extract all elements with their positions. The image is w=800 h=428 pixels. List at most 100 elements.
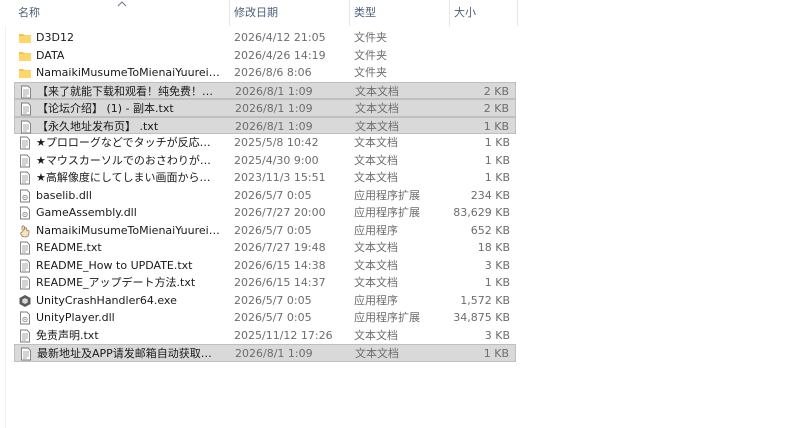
file-date: 2025/4/30 9:00 bbox=[234, 153, 319, 167]
file-row[interactable]: UnityPlayer.dll 2026/5/7 0:05 应用程序扩展 34,875… bbox=[14, 309, 516, 327]
file-size: 1 KB bbox=[484, 136, 510, 149]
column-date-label: 修改日期 bbox=[234, 6, 278, 19]
file-date: 2026/4/26 14:19 bbox=[234, 48, 326, 62]
file-date: 2025/11/12 17:26 bbox=[234, 328, 333, 342]
file-date: 2026/5/7 0:05 bbox=[234, 223, 312, 237]
file-name: DATA bbox=[36, 48, 65, 62]
column-type[interactable]: 类型 bbox=[350, 0, 450, 26]
file-size: 3 KB bbox=[484, 258, 510, 272]
file-row[interactable]: D3D12 2026/4/12 21:05 文件夹 bbox=[14, 29, 516, 47]
file-row[interactable]: 最新地址及APP请发邮箱自动获取！！！... 2026/8/1 1:09 文本文档 1… bbox=[14, 344, 516, 362]
column-size[interactable]: 大小 bbox=[450, 0, 518, 26]
file-date: 2026/7/27 20:00 bbox=[234, 206, 326, 219]
file-type: 文本文档 bbox=[355, 84, 399, 98]
file-size: 34,875 KB bbox=[453, 311, 510, 324]
file-size: 1 KB bbox=[483, 119, 509, 133]
file-name: 【永久地址发布页】 .txt bbox=[37, 119, 159, 133]
file-row[interactable]: GameAssembly.dll 2026/7/27 20:00 应用程序扩展 83,… bbox=[14, 204, 516, 222]
text-file-icon bbox=[18, 136, 32, 150]
file-size: 234 KB bbox=[470, 188, 510, 202]
folder-icon bbox=[18, 31, 32, 45]
file-row[interactable]: DATA 2026/4/26 14:19 文件夹 bbox=[14, 47, 516, 65]
file-row[interactable]: NamaikiMusumeToMienaiYuurei.exe 2026/5/7 … bbox=[14, 222, 516, 240]
file-name: UnityPlayer.dll bbox=[36, 311, 115, 324]
file-row[interactable]: baselib.dll 2026/5/7 0:05 应用程序扩展 234 KB bbox=[14, 187, 516, 205]
file-type: 文本文档 bbox=[354, 328, 398, 342]
file-row[interactable]: ★高解像度にしてしまい画面からはみ出... 2023/11/3 15:51 文本文档… bbox=[14, 169, 516, 187]
file-size: 3 KB bbox=[484, 328, 510, 342]
text-file-icon bbox=[19, 85, 33, 99]
text-file-icon bbox=[18, 329, 32, 343]
file-row[interactable]: README_アップデート方法.txt 2026/6/15 14:37 文本文档 1 … bbox=[14, 274, 516, 292]
file-row[interactable]: README_How to UPDATE.txt 2026/6/15 14:38 文… bbox=[14, 257, 516, 275]
text-file-icon bbox=[19, 102, 33, 116]
file-name: UnityCrashHandler64.exe bbox=[36, 293, 177, 307]
file-type: 文本文档 bbox=[355, 102, 399, 115]
file-type: 文本文档 bbox=[354, 258, 398, 272]
file-date: 2025/5/8 10:42 bbox=[234, 136, 319, 149]
file-date: 2026/5/7 0:05 bbox=[234, 311, 312, 324]
file-date: 2026/8/6 8:06 bbox=[234, 66, 312, 79]
file-row[interactable]: README.txt 2026/7/27 19:48 文本文档 18 KB bbox=[14, 239, 516, 257]
file-type: 文本文档 bbox=[354, 241, 398, 254]
file-type: 文件夹 bbox=[354, 31, 387, 44]
file-type: 应用程序 bbox=[354, 293, 398, 307]
file-type: 文件夹 bbox=[354, 48, 387, 62]
file-type: 应用程序扩展 bbox=[354, 206, 420, 219]
file-size: 652 KB bbox=[470, 223, 510, 237]
file-date: 2026/5/7 0:05 bbox=[234, 293, 312, 307]
file-name: README_How to UPDATE.txt bbox=[36, 258, 193, 272]
folder-icon bbox=[18, 49, 32, 63]
text-file-icon bbox=[18, 171, 32, 185]
dll-file-icon bbox=[18, 311, 32, 325]
file-row[interactable]: UnityCrashHandler64.exe 2026/5/7 0:05 应用程序… bbox=[14, 292, 516, 310]
file-date: 2026/4/12 21:05 bbox=[234, 31, 326, 44]
file-size: 1 KB bbox=[484, 153, 510, 167]
file-name: 最新地址及APP请发邮箱自动获取！！！... bbox=[37, 347, 221, 360]
file-row[interactable]: 【论坛介绍】 (1) - 副本.txt 2026/8/1 1:09 文本文档 2 KB bbox=[14, 99, 516, 117]
file-date: 2026/6/15 14:37 bbox=[234, 276, 326, 289]
file-name: D3D12 bbox=[36, 31, 74, 44]
file-row[interactable]: 【来了就能下载和观看！纯免费！】- 副... 2026/8/1 1:09 文本文档 2… bbox=[14, 81, 516, 99]
file-size: 2 KB bbox=[483, 102, 509, 115]
file-name: 【论坛介绍】 (1) - 副本.txt bbox=[37, 102, 174, 115]
file-size: 18 KB bbox=[477, 241, 510, 254]
file-type: 应用程序扩展 bbox=[354, 311, 420, 324]
column-date[interactable]: 修改日期 bbox=[230, 0, 350, 26]
file-row[interactable]: NamaikiMusumeToMienaiYuurei_Data 2026/8/6… bbox=[14, 64, 516, 82]
file-date: 2026/8/1 1:09 bbox=[235, 119, 313, 133]
file-row[interactable]: ★プロローグなどでタッチが反応しない... 2025/5/8 10:42 文本文档 1… bbox=[14, 134, 516, 152]
file-list: D3D12 2026/4/12 21:05 文件夹 DATA 2026/4/26 14:… bbox=[14, 29, 516, 362]
unity-exe-icon bbox=[18, 294, 32, 308]
file-size: 1 KB bbox=[484, 171, 510, 184]
text-file-icon bbox=[18, 276, 32, 290]
file-name: ★プロローグなどでタッチが反応しない... bbox=[36, 136, 220, 149]
sort-ascending-icon bbox=[117, 1, 127, 7]
file-date: 2026/8/1 1:09 bbox=[235, 102, 313, 115]
file-name: ★マウスカーソルでのおさわりが反応し... bbox=[36, 153, 220, 167]
column-type-label: 类型 bbox=[354, 6, 376, 19]
text-file-icon bbox=[18, 241, 32, 255]
file-type: 文本文档 bbox=[354, 276, 398, 289]
folder-icon bbox=[18, 66, 32, 80]
file-type: 文本文档 bbox=[355, 347, 399, 360]
file-size: 1 KB bbox=[484, 276, 510, 289]
file-name: baselib.dll bbox=[36, 188, 92, 202]
dll-file-icon bbox=[18, 189, 32, 203]
file-row[interactable]: 免责声明.txt 2025/11/12 17:26 文本文档 3 KB bbox=[14, 327, 516, 345]
file-size: 83,629 KB bbox=[453, 206, 510, 219]
file-date: 2023/11/3 15:51 bbox=[234, 171, 326, 184]
text-file-icon bbox=[18, 154, 32, 168]
file-name: 【来了就能下载和观看！纯免费！】- 副... bbox=[37, 84, 221, 98]
file-row[interactable]: ★マウスカーソルでのおさわりが反応し... 2025/4/30 9:00 文本文档 1… bbox=[14, 152, 516, 170]
file-row[interactable]: 【永久地址发布页】 .txt 2026/8/1 1:09 文本文档 1 KB bbox=[14, 116, 516, 134]
file-type: 应用程序扩展 bbox=[354, 188, 420, 202]
file-type: 文件夹 bbox=[354, 66, 387, 79]
file-date: 2026/8/1 1:09 bbox=[235, 84, 313, 98]
file-name: README_アップデート方法.txt bbox=[36, 276, 196, 289]
file-date: 2026/6/15 14:38 bbox=[234, 258, 326, 272]
file-type: 文本文档 bbox=[354, 153, 398, 167]
file-name: 免责声明.txt bbox=[36, 328, 99, 342]
file-name: GameAssembly.dll bbox=[36, 206, 137, 219]
text-file-icon bbox=[19, 347, 33, 361]
